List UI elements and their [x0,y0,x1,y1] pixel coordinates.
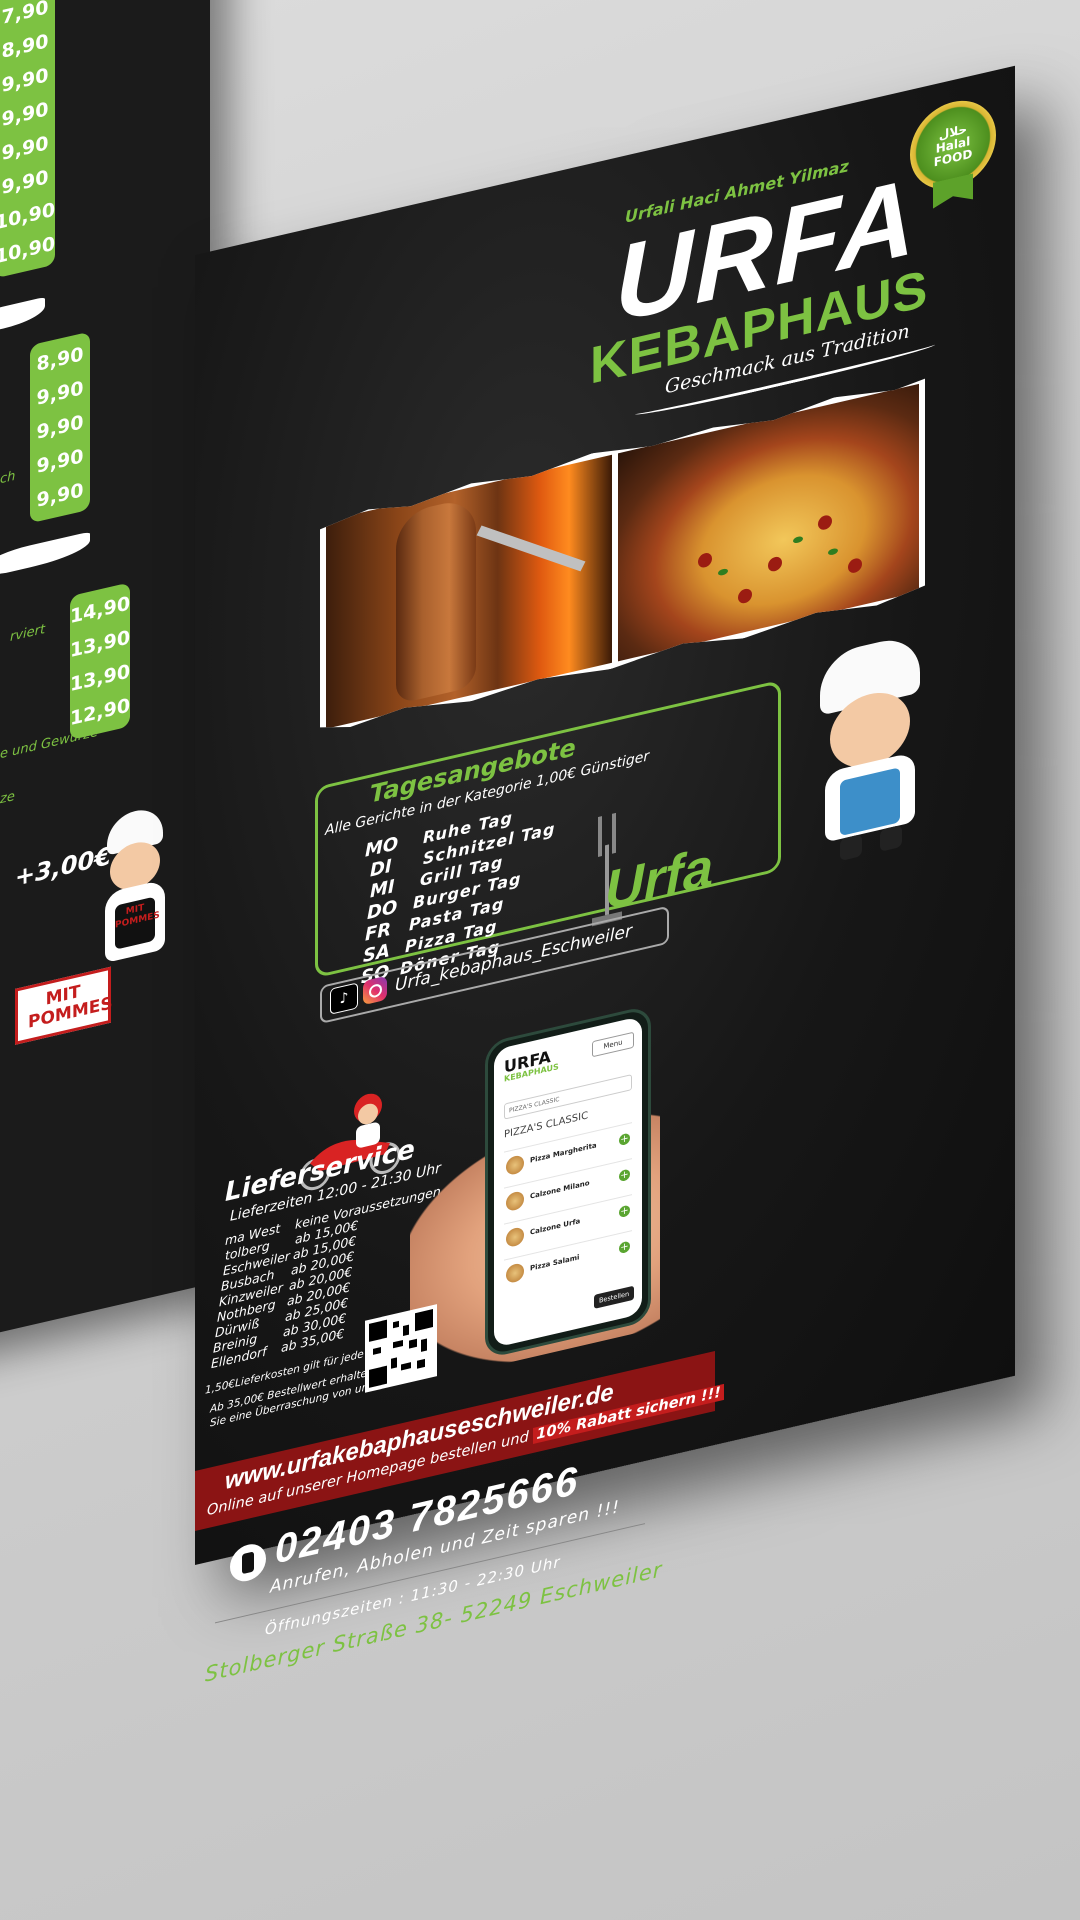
back-price: 14,90 [69,592,131,629]
doner-knife [477,526,586,572]
back-price: 7,90 [1,0,49,29]
back-price: 9,90 [1,166,49,199]
menu-item-name: Calzone Urfa [530,1217,581,1237]
pizza-photo [618,384,919,661]
menu-text-fragment: rviert [10,621,46,645]
back-price: 9,90 [36,479,84,512]
apron-label: MIT POMMES [115,896,160,950]
pizza-thumbnail [506,1226,524,1249]
back-price: 12,90 [69,694,131,731]
back-price: 8,90 [36,343,84,376]
main-flyer: حلال Halal FOOD Urfali Haci Ahmet Yilmaz… [195,65,1015,1687]
torn-paper-divider [0,531,90,577]
menu-item-name: Pizza Margherita [530,1141,597,1165]
smartphone-mockup: URFA KEBAPHAUS Menu PIZZA'S CLASSIC PIZZ… [485,1004,651,1360]
back-price: 9,90 [1,98,49,131]
add-button[interactable]: + [619,1240,630,1255]
back-price: 9,90 [36,445,84,478]
doner-meat [396,496,476,704]
phone-icon [230,1540,266,1585]
back-price: 9,90 [1,132,49,165]
category-select[interactable]: PIZZA'S CLASSIC [504,1074,632,1120]
back-flyer: 7,90 8,90 9,90 9,90 9,90 9,90 10,90 10,90 8,90 9… [0,0,210,1361]
chef-mascot [805,629,935,869]
price-column-bottom: 14,90 13,90 13,90 12,90 [69,582,131,741]
pizza-thumbnail [506,1154,524,1177]
menu-text-fragment: e und Gewürze [0,724,99,763]
back-price: 9,90 [36,377,84,410]
back-price: 10,90 [0,232,56,269]
price-column-middle: 8,90 9,90 9,90 9,90 9,90 [30,331,90,524]
back-price: 10,90 [0,198,56,235]
doner-photo [326,455,612,729]
add-button[interactable]: + [619,1168,630,1183]
menu-item-name: Calzone Milano [530,1178,590,1201]
order-button[interactable]: Bestellen [594,1285,634,1309]
fries-box-label: MIT POMMES [15,966,113,1045]
chef-mascot-back: MIT POMMES [95,802,175,970]
menu-text-fragment: ze [0,788,15,808]
back-price: 9,90 [1,64,49,97]
back-price: 8,90 [1,30,49,63]
back-price: 9,90 [36,411,84,444]
menu-button[interactable]: Menu [592,1031,634,1058]
phone-screen: URFA KEBAPHAUS Menu PIZZA'S CLASSIC PIZZ… [494,1015,642,1348]
back-price: 13,90 [69,660,131,697]
add-button[interactable]: + [619,1132,630,1147]
torn-paper-divider [0,296,45,336]
pizza-thumbnail [506,1262,524,1285]
back-price: 13,90 [69,626,131,663]
price-column-top: 7,90 8,90 9,90 9,90 9,90 9,90 10,90 10,90 [0,0,56,279]
menu-item-name: Pizza Salami [530,1253,580,1273]
pizza-thumbnail [506,1190,524,1213]
add-button[interactable]: + [619,1204,630,1219]
menu-text-fragment: ch [0,468,16,488]
